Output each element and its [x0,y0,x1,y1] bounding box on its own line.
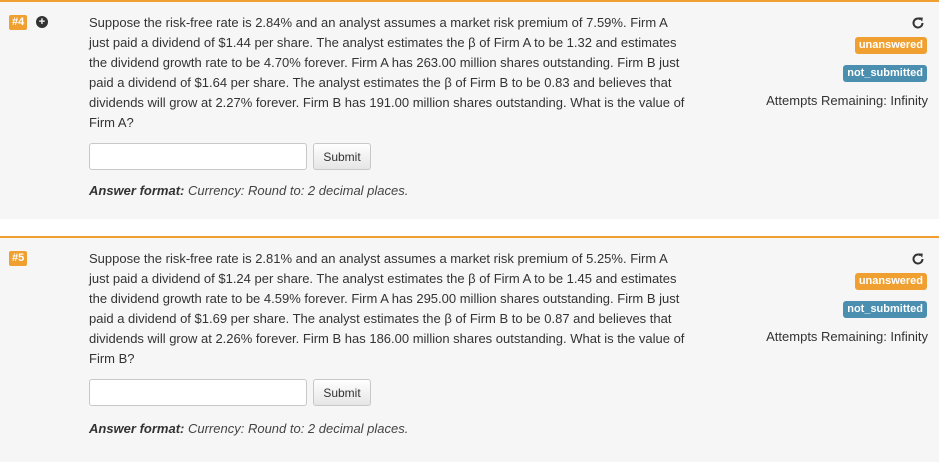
answer-format-text: Currency: Round to: 2 decimal places. [187,183,409,198]
submit-button[interactable]: Submit [313,143,371,170]
status-badge-answer: unanswered [854,37,927,54]
attempts-remaining: Attempts Remaining: Infinity [766,329,928,344]
answer-format-label: Answer format: [89,421,185,436]
question-text: Suppose the risk-free rate is 2.81% and … [89,251,685,366]
refresh-icon[interactable] [911,16,925,30]
question-text: Suppose the risk-free rate is 2.84% and … [89,15,685,130]
answer-input[interactable] [89,379,307,406]
question-card-4: #4 + Suppose the risk-free rate is 2.84%… [0,0,939,219]
answer-format: Answer format: Currency: Round to: 2 dec… [89,421,408,436]
attempts-remaining: Attempts Remaining: Infinity [766,93,928,108]
answer-format-text: Currency: Round to: 2 decimal places. [187,421,409,436]
answer-input[interactable] [89,143,307,170]
answer-format-label: Answer format: [89,183,185,198]
question-card-5: #5 Suppose the risk-free rate is 2.81% a… [0,236,939,462]
refresh-icon[interactable] [911,252,925,266]
submit-button[interactable]: Submit [313,379,371,406]
answer-format: Answer format: Currency: Round to: 2 dec… [89,183,408,198]
question-number-badge: #5 [9,251,28,266]
plus-circle-icon[interactable]: + [36,16,48,28]
status-badge-answer: unanswered [854,273,927,290]
status-badge-submission: not_submitted [843,65,927,82]
status-badge-submission: not_submitted [843,301,927,318]
question-number-badge: #4 [9,15,28,30]
